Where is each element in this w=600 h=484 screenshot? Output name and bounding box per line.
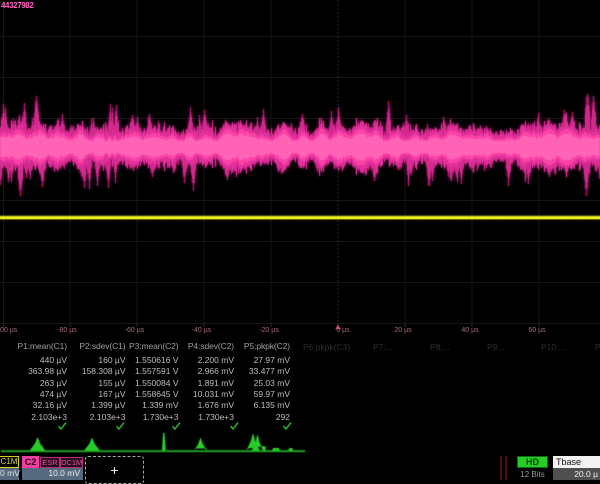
svg-text:-60 µs: -60 µs [125,327,145,334]
svg-text:20 µs: 20 µs [394,327,412,334]
svg-text:40 µs: 40 µs [461,327,479,334]
svg-text:00 µs: 00 µs [0,327,18,334]
svg-text:-80 µs: -80 µs [57,327,77,334]
svg-text:-20 µs: -20 µs [259,327,279,334]
svg-text:60 µs: 60 µs [528,327,546,334]
svg-text:0 µs: 0 µs [336,327,350,334]
svg-text:-40 µs: -40 µs [192,327,212,334]
